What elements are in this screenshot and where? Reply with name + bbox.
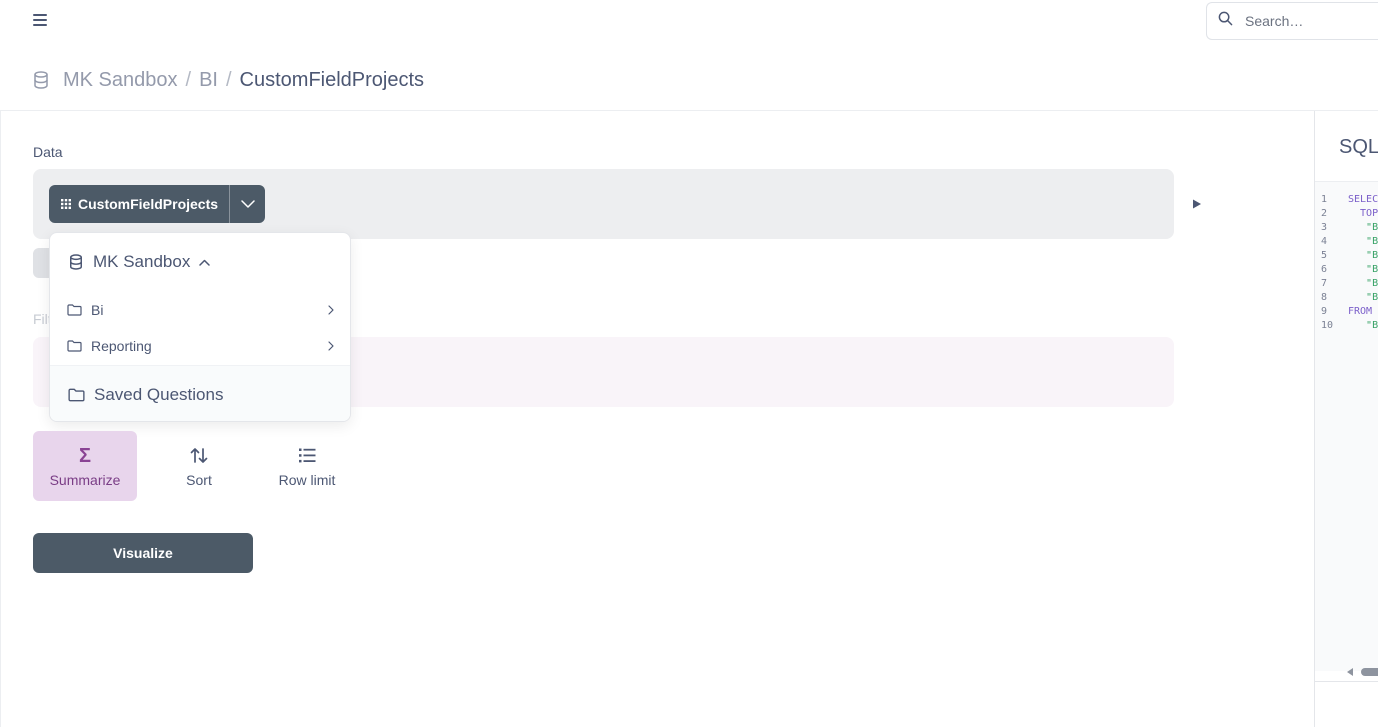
scroll-left-icon[interactable]: [1347, 668, 1353, 676]
sql-line-text: "BI: [1366, 236, 1378, 247]
breadcrumb-table: CustomFieldProjects: [239, 68, 425, 91]
database-icon: [69, 254, 83, 270]
database-icon: [33, 71, 49, 89]
visualize-button[interactable]: Visualize: [33, 533, 253, 573]
chevron-right-icon: [328, 341, 334, 351]
summarize-label: Summarize: [49, 471, 121, 488]
folder-icon: [67, 340, 82, 352]
sql-line-text: FROM: [1348, 306, 1373, 317]
sql-panel-title: SQL: [1339, 136, 1378, 158]
schema-item-label: Reporting: [91, 338, 152, 354]
sql-line-number: 2: [1321, 208, 1328, 219]
popover-database-label: MK Sandbox: [93, 252, 191, 271]
breadcrumb-separator: /: [225, 68, 232, 91]
folder-icon: [68, 388, 85, 402]
data-step: CustomFieldProjects: [33, 169, 1174, 239]
sql-line-number: 5: [1321, 250, 1328, 261]
sql-line-number: 6: [1321, 264, 1328, 275]
data-source-popover: MK Sandbox Bi Reporting Saved Questions: [49, 232, 351, 422]
breadcrumb-database[interactable]: MK Sandbox: [63, 69, 178, 92]
data-section-label: Data: [33, 144, 63, 160]
sort-label: Sort: [186, 471, 212, 488]
sql-line-number: 10: [1321, 320, 1334, 331]
divider: [1315, 681, 1378, 682]
hamburger-menu-icon[interactable]: [33, 13, 47, 27]
sql-line-text: "BI: [1366, 292, 1378, 303]
popover-database-header[interactable]: MK Sandbox: [50, 243, 350, 281]
chevron-right-icon: [328, 305, 334, 315]
sql-line-number: 4: [1321, 236, 1328, 247]
search-icon: [1218, 11, 1233, 31]
sql-preview-panel: SQL 1 SELEC 2 TOP 3 "BI 4 "BI 5 "BI 6 "BI 7 "BI…: [1314, 111, 1378, 727]
sql-line-number: 1: [1321, 194, 1328, 205]
sql-line-number: 3: [1321, 222, 1328, 233]
sql-line-number: 9: [1321, 306, 1328, 317]
chevron-up-icon: [199, 259, 211, 266]
saved-questions-label: Saved Questions: [94, 384, 224, 404]
row-limit-button[interactable]: Row limit: [270, 431, 344, 501]
scrollbar-thumb[interactable]: [1361, 668, 1378, 676]
chevron-down-icon[interactable]: [229, 185, 265, 223]
sql-line-text: "BI: [1366, 222, 1378, 233]
sort-arrows-icon: [190, 445, 208, 467]
breadcrumb: MK Sandbox / BI / CustomFieldProjects: [33, 67, 424, 93]
table-picker[interactable]: CustomFieldProjects: [49, 185, 266, 223]
schema-item-label: Bi: [91, 302, 104, 318]
search-input[interactable]: [1243, 12, 1363, 30]
search-box[interactable]: [1206, 2, 1378, 40]
page-header: MK Sandbox / BI / CustomFieldProjects: [0, 42, 1378, 111]
sort-button[interactable]: Sort: [166, 431, 232, 501]
sql-line-text: "BI: [1366, 264, 1378, 275]
sql-code-editor[interactable]: 1 SELEC 2 TOP 3 "BI 4 "BI 5 "BI 6 "BI 7 "BI 8 "B…: [1315, 181, 1378, 671]
saved-questions-item[interactable]: Saved Questions: [50, 365, 350, 421]
breadcrumb-separator: /: [185, 68, 192, 91]
sql-line-number: 7: [1321, 278, 1328, 289]
table-picker-button[interactable]: CustomFieldProjects: [49, 185, 229, 223]
schema-item-bi[interactable]: Bi: [50, 292, 350, 328]
list-icon: [298, 445, 316, 467]
sql-line-text: TOP: [1348, 208, 1378, 219]
sigma-icon: Σ: [78, 444, 91, 467]
schema-item-reporting[interactable]: Reporting: [50, 328, 350, 364]
table-grid-icon: [61, 199, 71, 209]
summarize-button[interactable]: Σ Summarize: [33, 431, 137, 501]
left-border: [0, 111, 1, 727]
sql-line-number: 8: [1321, 292, 1328, 303]
horizontal-scrollbar[interactable]: [1347, 667, 1378, 677]
sql-line-text: "BI: [1366, 250, 1378, 261]
top-bar: [0, 0, 1378, 42]
sql-line-text: "BI: [1366, 320, 1378, 331]
preview-play-icon[interactable]: [1190, 197, 1204, 211]
sql-line-text: "BI: [1366, 278, 1378, 289]
folder-icon: [67, 304, 82, 316]
row-limit-label: Row limit: [278, 471, 336, 488]
breadcrumb-schema[interactable]: BI: [199, 69, 218, 92]
table-picker-label: CustomFieldProjects: [78, 196, 219, 212]
sql-line-text: SELEC: [1348, 194, 1378, 205]
